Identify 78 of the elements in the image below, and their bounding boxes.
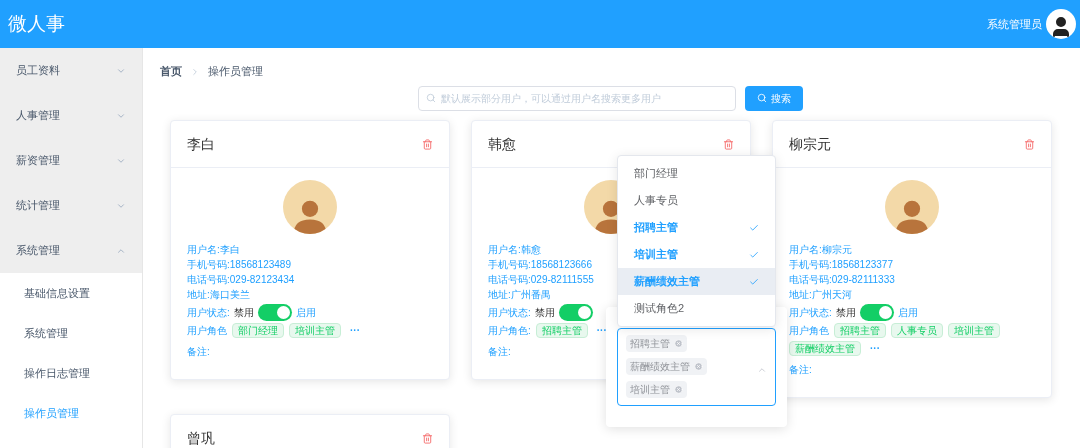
sidebar-group[interactable]: 薪资管理 bbox=[0, 138, 142, 183]
card-title: 柳宗元 bbox=[789, 134, 831, 154]
status-label: 用户状态: bbox=[488, 305, 531, 320]
role-tag: 招聘主管 bbox=[535, 323, 588, 338]
info-line: 电话号码:029-82111555 bbox=[488, 273, 594, 287]
off-label: 禁用 bbox=[233, 305, 254, 320]
info-line: 电话号码:029-82123434 bbox=[187, 273, 295, 287]
role-tag: 薪酬绩效主管 bbox=[789, 341, 861, 356]
status-label: 用户状态: bbox=[789, 305, 832, 320]
roles-label: 用户角色: bbox=[488, 324, 531, 338]
remove-icon[interactable] bbox=[674, 385, 683, 394]
remove-icon[interactable] bbox=[694, 362, 703, 371]
app-title: 微人事 bbox=[8, 11, 65, 36]
remark-label: 备注: bbox=[789, 363, 812, 377]
chevron-up-icon bbox=[757, 365, 767, 375]
breadcrumb-current: 操作员管理 bbox=[208, 64, 263, 80]
search-icon bbox=[426, 93, 436, 103]
search-icon bbox=[757, 93, 767, 103]
user-avatar-icon[interactable] bbox=[1046, 9, 1076, 39]
on-label: 启用 bbox=[295, 305, 316, 320]
card-title: 曾巩 bbox=[187, 428, 215, 448]
info-line: 用户名:柳宗元 bbox=[789, 243, 852, 257]
sidebar-group[interactable]: 员工资料 bbox=[0, 48, 142, 93]
role-tag: 部门经理 bbox=[232, 323, 284, 338]
delete-button[interactable] bbox=[422, 432, 433, 444]
card-title: 韩愈 bbox=[488, 134, 516, 154]
info-line: 地址:广州天河 bbox=[789, 288, 852, 302]
delete-button[interactable] bbox=[1024, 138, 1035, 150]
check-icon bbox=[749, 249, 759, 260]
info-line: 地址:海口美兰 bbox=[187, 288, 250, 302]
role-option[interactable]: 部门经理 bbox=[618, 160, 775, 187]
person-silhouette-icon bbox=[894, 198, 930, 234]
on-label: 启用 bbox=[897, 305, 918, 320]
role-tag: 招聘主管 bbox=[834, 323, 886, 338]
check-icon bbox=[749, 276, 759, 287]
off-label: 禁用 bbox=[534, 305, 555, 320]
sidebar-item[interactable]: 基础信息设置 bbox=[0, 273, 142, 313]
info-line: 电话号码:029-82111333 bbox=[789, 273, 895, 287]
sidebar-item[interactable]: 操作日志管理 bbox=[0, 353, 142, 393]
check-icon bbox=[749, 222, 759, 233]
info-line: 用户名:李白 bbox=[187, 243, 240, 257]
sidebar-item[interactable]: 系统管理 bbox=[0, 313, 142, 353]
chevron-right-icon bbox=[190, 66, 200, 77]
role-tag: 培训主管 bbox=[948, 323, 1000, 338]
status-switch[interactable] bbox=[558, 303, 593, 321]
remark-label: 备注: bbox=[488, 345, 511, 359]
roles-label: 用户角色 bbox=[789, 324, 829, 338]
role-tag: 人事专员 bbox=[891, 323, 943, 338]
selected-role-tag: 薪酬绩效主管 bbox=[626, 358, 707, 375]
trash-icon bbox=[1024, 138, 1035, 150]
remark-label: 备注: bbox=[187, 345, 210, 359]
sidebar-group[interactable]: 系统管理 bbox=[0, 228, 142, 273]
status-switch[interactable] bbox=[257, 303, 292, 321]
trash-icon bbox=[422, 432, 433, 444]
selected-role-tag: 培训主管 bbox=[626, 381, 687, 398]
off-label: 禁用 bbox=[835, 305, 856, 320]
info-line: 用户名:韩愈 bbox=[488, 243, 541, 257]
role-option[interactable]: 测试角色2 bbox=[618, 295, 775, 322]
delete-button[interactable] bbox=[723, 138, 734, 150]
selected-role-tag: 招聘主管 bbox=[626, 335, 687, 352]
info-line: 手机号码:18568123377 bbox=[789, 258, 893, 272]
breadcrumb-link[interactable]: 首页 bbox=[160, 63, 182, 80]
info-line: 地址:广州番禺 bbox=[488, 288, 551, 302]
info-line: 手机号码:18568123489 bbox=[187, 258, 291, 272]
sidebar-group[interactable]: 人事管理 bbox=[0, 93, 142, 138]
roles-label: 用户角色 bbox=[187, 324, 227, 338]
trash-icon bbox=[723, 138, 734, 150]
sidebar-group[interactable]: 统计管理 bbox=[0, 183, 142, 228]
role-tag: 培训主管 bbox=[289, 323, 341, 338]
status-label: 用户状态: bbox=[187, 305, 230, 320]
card-title: 李白 bbox=[187, 134, 215, 154]
info-line: 手机号码:18568123666 bbox=[488, 258, 592, 272]
person-silhouette-icon bbox=[292, 198, 328, 234]
remove-icon[interactable] bbox=[674, 339, 683, 348]
role-option[interactable]: 人事专员 bbox=[618, 187, 775, 214]
delete-button[interactable] bbox=[422, 138, 433, 150]
status-switch[interactable] bbox=[859, 303, 894, 321]
trash-icon bbox=[422, 138, 433, 150]
